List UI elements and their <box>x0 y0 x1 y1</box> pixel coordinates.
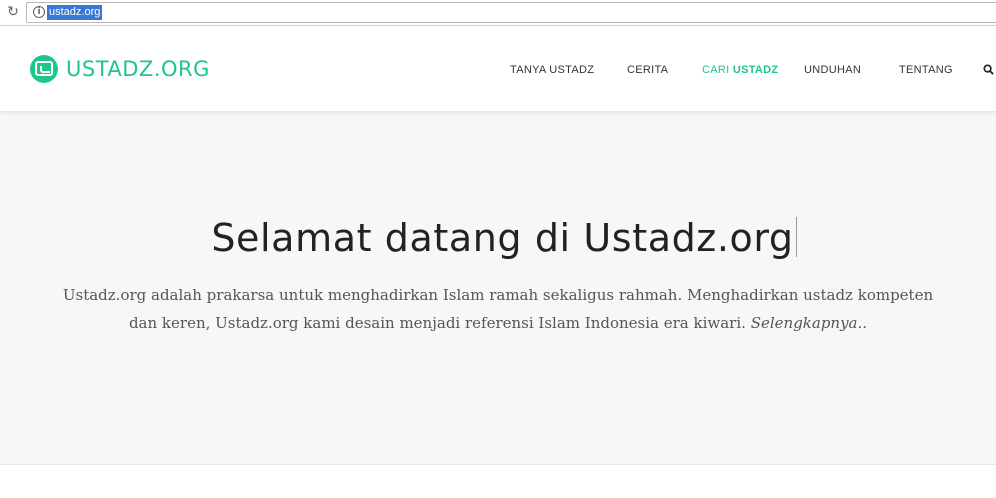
nav-item-cerita[interactable]: CERITA <box>627 63 668 77</box>
nav-item-cari-bold: USTADZ <box>732 64 779 76</box>
hero-section: Selamat datang di Ustadz.org Ustadz.org … <box>0 113 996 465</box>
nav-item-tentang[interactable]: TENTANG <box>899 63 953 77</box>
address-bar[interactable]: i ustadz.org <box>26 2 996 23</box>
nav-item-tanya-ustadz[interactable]: TANYA USTADZ <box>510 63 594 77</box>
reload-icon[interactable]: ↻ <box>5 4 21 20</box>
info-icon[interactable]: i <box>33 6 45 18</box>
page-content-area <box>0 466 996 498</box>
search-icon[interactable] <box>983 64 994 75</box>
nav-item-cari-prefix: CARI <box>702 64 733 76</box>
more-link[interactable]: Selengkapnya.. <box>751 314 867 332</box>
hero-title: Selamat datang di Ustadz.org <box>0 213 996 263</box>
nav-item-cari-ustadz[interactable]: CARI USTADZ <box>702 63 778 77</box>
hero-title-text: Selamat datang di Ustadz.org <box>211 216 794 260</box>
site-header: USTADZ.ORG TANYA USTADZ CERITA CARI USTA… <box>0 26 996 112</box>
nav-item-unduhan[interactable]: UNDUHAN <box>804 63 861 77</box>
main-nav: TANYA USTADZ CERITA CARI USTADZ UNDUHAN … <box>0 63 996 79</box>
url-text[interactable]: ustadz.org <box>47 5 103 20</box>
browser-toolbar: ↻ i ustadz.org <box>0 0 996 26</box>
text-cursor <box>795 217 797 257</box>
hero-description: Ustadz.org adalah prakarsa untuk menghad… <box>60 281 936 337</box>
